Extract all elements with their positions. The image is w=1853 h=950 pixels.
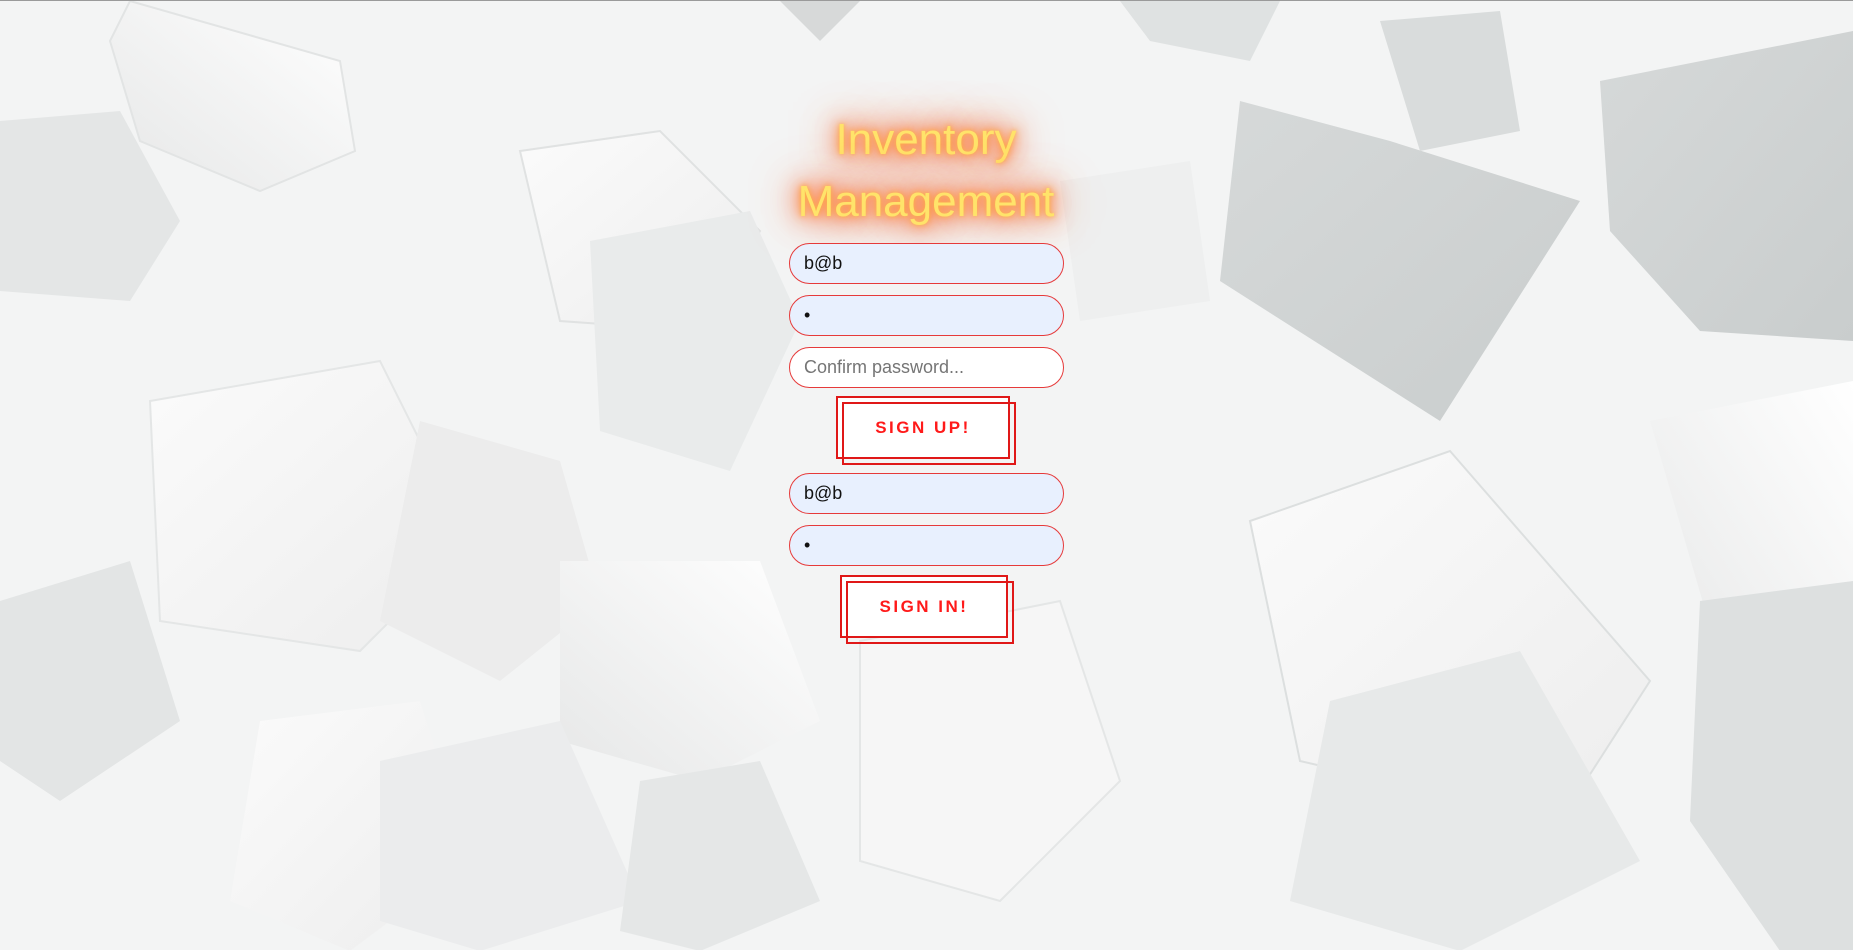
sign-up-button[interactable]: SIGN UP! <box>836 396 1016 465</box>
signup-password-input[interactable] <box>789 295 1064 336</box>
auth-panel: Inventory Management SIGN UP! SIGN IN! <box>0 1 1853 950</box>
sign-in-button[interactable]: SIGN IN! <box>840 575 1014 644</box>
app-title: Inventory Management <box>797 115 1055 226</box>
signup-confirm-password-input[interactable] <box>789 347 1064 388</box>
signup-email-input[interactable] <box>789 243 1064 284</box>
signin-password-input[interactable] <box>789 525 1064 566</box>
signin-email-input[interactable] <box>789 473 1064 514</box>
